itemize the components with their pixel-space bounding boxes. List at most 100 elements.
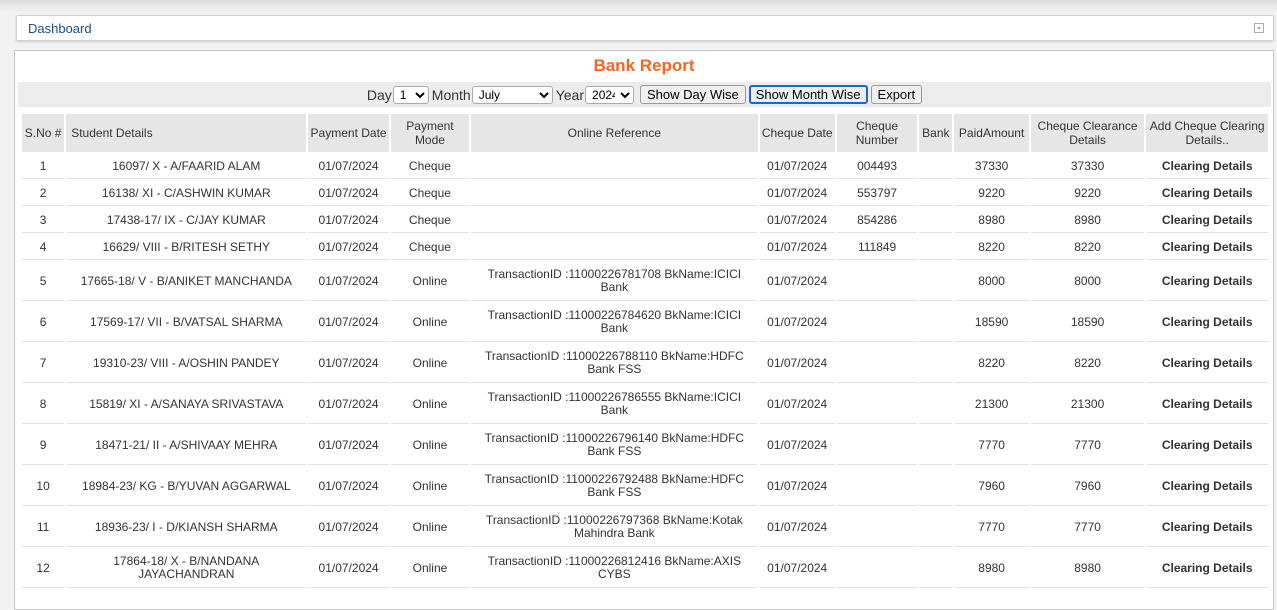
payment-date-cell: 01/07/2024	[308, 262, 389, 301]
bank-cell	[919, 467, 953, 506]
student-details-cell: 17569-17/ VII - B/VATSAL SHARMA	[66, 303, 307, 342]
cheque-date-cell: 01/07/2024	[759, 344, 835, 383]
cheque-date-cell: 01/07/2024	[759, 467, 835, 506]
column-header: Cheque Clearance Details	[1030, 114, 1145, 152]
online-reference-cell: TransactionID :11000226788110 BkName:HDF…	[471, 344, 758, 383]
bank-cell	[919, 262, 953, 301]
clearing-details-link[interactable]: Clearing Details	[1146, 467, 1268, 506]
payment-mode-cell: Cheque	[390, 181, 470, 206]
payment-mode-cell: Online	[390, 303, 470, 342]
cheque-clearance-cell: 7770	[1030, 426, 1145, 465]
collapse-icon[interactable]	[1254, 23, 1264, 33]
cheque-clearance-cell: 7960	[1030, 467, 1145, 506]
table-row: 10 18984-23/ KG - B/YUVAN AGGARWAL 01/07/2…	[22, 467, 1268, 506]
student-details-cell: 18471-21/ II - A/SHIVAAY MEHRA	[66, 426, 307, 465]
cheque-number-cell	[836, 262, 918, 301]
cheque-clearance-cell: 8220	[1030, 235, 1145, 260]
payment-mode-cell: Online	[390, 262, 470, 301]
payment-date-cell: 01/07/2024	[308, 549, 389, 588]
clearing-details-link[interactable]: Clearing Details	[1146, 208, 1268, 233]
online-reference-cell: TransactionID :11000226792488 BkName:HDF…	[471, 467, 758, 506]
paid-amount-cell: 8980	[954, 208, 1029, 233]
payment-date-cell: 01/07/2024	[308, 235, 389, 260]
clearing-details-link[interactable]: Clearing Details	[1146, 344, 1268, 383]
cheque-number-cell	[836, 344, 918, 383]
clearing-details-link[interactable]: Clearing Details	[1146, 181, 1268, 206]
online-reference-cell	[471, 181, 758, 206]
student-details-cell: 18936-23/ I - D/KIANSH SHARMA	[66, 508, 307, 547]
student-details-cell: 19310-23/ VIII - A/OSHIN PANDEY	[66, 344, 307, 383]
clearing-details-link[interactable]: Clearing Details	[1146, 262, 1268, 301]
payment-mode-cell: Online	[390, 426, 470, 465]
student-details-cell: 17665-18/ V - B/ANIKET MANCHANDA	[66, 262, 307, 301]
export-button[interactable]: Export	[870, 85, 923, 104]
dashboard-panel: Dashboard	[16, 15, 1274, 41]
payment-date-cell: 01/07/2024	[308, 385, 389, 424]
sno-cell: 1	[22, 154, 65, 179]
year-label: Year	[555, 86, 585, 103]
payment-date-cell: 01/07/2024	[308, 508, 389, 547]
sno-cell: 2	[22, 181, 65, 206]
student-details-cell: 16138/ XI - C/ASHWIN KUMAR	[66, 181, 307, 206]
cheque-date-cell: 01/07/2024	[759, 235, 835, 260]
month-select[interactable]: July	[471, 85, 553, 104]
clearing-details-link[interactable]: Clearing Details	[1146, 385, 1268, 424]
student-details-cell: 17438-17/ IX - C/JAY KUMAR	[66, 208, 307, 233]
column-header: Cheque Number	[836, 114, 918, 152]
clearing-details-link[interactable]: Clearing Details	[1146, 508, 1268, 547]
table-header-row: S.No # Student Details Payment Date Paym…	[22, 114, 1268, 152]
day-select[interactable]: 1	[392, 85, 429, 104]
table-row: 5 17665-18/ V - B/ANIKET MANCHANDA 01/07/2…	[22, 262, 1268, 301]
table-row: 7 19310-23/ VIII - A/OSHIN PANDEY 01/07/20…	[22, 344, 1268, 383]
column-header: Online Reference	[471, 114, 758, 152]
paid-amount-cell: 18590	[954, 303, 1029, 342]
bank-cell	[919, 508, 953, 547]
paid-amount-cell: 8980	[954, 549, 1029, 588]
cheque-number-cell	[836, 303, 918, 342]
column-header: S.No #	[22, 114, 65, 152]
year-select[interactable]: 2024	[585, 85, 635, 104]
cheque-date-cell: 01/07/2024	[759, 508, 835, 547]
online-reference-cell: TransactionID :11000226781708 BkName:ICI…	[471, 262, 758, 301]
dashboard-link[interactable]: Dashboard	[28, 21, 92, 36]
payment-mode-cell: Cheque	[390, 154, 470, 179]
cheque-date-cell: 01/07/2024	[759, 262, 835, 301]
show-month-wise-button[interactable]: Show Month Wise	[748, 85, 868, 104]
report-title: Bank Report	[593, 56, 695, 75]
table-row: 12 17864-18/ X - B/NANDANA JAYACHANDRAN 01…	[22, 549, 1268, 588]
cheque-clearance-cell: 9220	[1030, 181, 1145, 206]
cheque-clearance-cell: 21300	[1030, 385, 1145, 424]
sno-cell: 5	[22, 262, 65, 301]
online-reference-cell: TransactionID :11000226797368 BkName:Kot…	[471, 508, 758, 547]
bank-cell	[919, 385, 953, 424]
clearing-details-link[interactable]: Clearing Details	[1146, 426, 1268, 465]
clearing-details-link[interactable]: Clearing Details	[1146, 303, 1268, 342]
table-row: 6 17569-17/ VII - B/VATSAL SHARMA 01/07/20…	[22, 303, 1268, 342]
cheque-clearance-cell: 37330	[1030, 154, 1145, 179]
payment-date-cell: 01/07/2024	[308, 181, 389, 206]
column-header: Payment Mode	[390, 114, 470, 152]
show-day-wise-button[interactable]: Show Day Wise	[640, 85, 746, 104]
student-details-cell: 18984-23/ KG - B/YUVAN AGGARWAL	[66, 467, 307, 506]
table-row: 11 18936-23/ I - D/KIANSH SHARMA 01/07/202…	[22, 508, 1268, 547]
cheque-date-cell: 01/07/2024	[759, 181, 835, 206]
table-row: 1 16097/ X - A/FAARID ALAM 01/07/2024 Chequ…	[22, 154, 1268, 179]
payment-date-cell: 01/07/2024	[308, 154, 389, 179]
cheque-number-cell: 004493	[836, 154, 918, 179]
clearing-details-link[interactable]: Clearing Details	[1146, 235, 1268, 260]
cheque-number-cell: 553797	[836, 181, 918, 206]
paid-amount-cell: 7770	[954, 508, 1029, 547]
payment-date-cell: 01/07/2024	[308, 208, 389, 233]
cheque-clearance-cell: 7770	[1030, 508, 1145, 547]
sno-cell: 6	[22, 303, 65, 342]
clearing-details-link[interactable]: Clearing Details	[1146, 154, 1268, 179]
clearing-details-link[interactable]: Clearing Details	[1146, 549, 1268, 588]
cheque-clearance-cell: 8000	[1030, 262, 1145, 301]
payment-date-cell: 01/07/2024	[308, 467, 389, 506]
bank-cell	[919, 549, 953, 588]
table-row: 4 16629/ VIII - B/RITESH SETHY 01/07/2024 C…	[22, 235, 1268, 260]
bank-report-table: S.No # Student Details Payment Date Paym…	[20, 112, 1270, 590]
payment-mode-cell: Online	[390, 385, 470, 424]
student-details-cell: 15819/ XI - A/SANAYA SRIVASTAVA	[66, 385, 307, 424]
cheque-clearance-cell: 8220	[1030, 344, 1145, 383]
